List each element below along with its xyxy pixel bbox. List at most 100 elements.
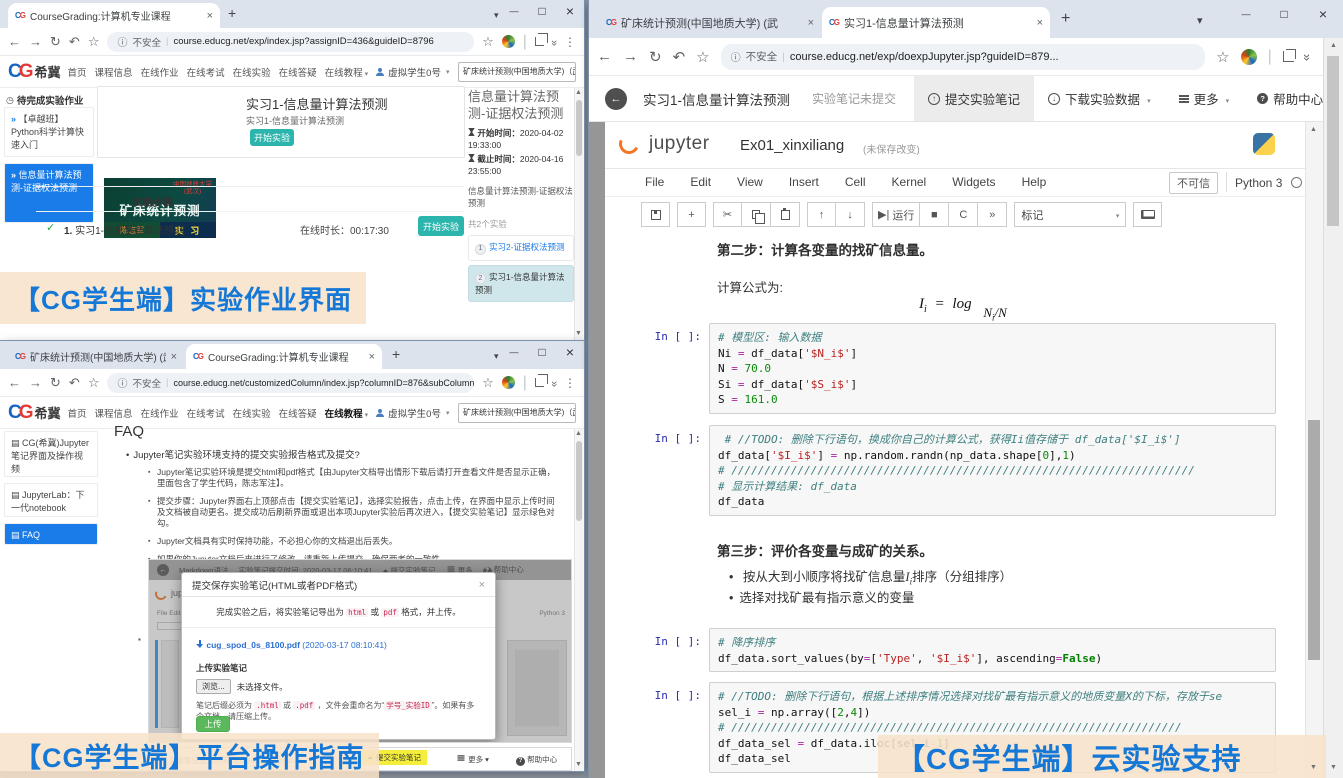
menu-cell[interactable]: Cell [845,175,866,189]
browser-tab-course[interactable]: CG 矿床统计预测(中国地质大学) (武 [8,344,184,369]
forward-icon[interactable]: → [623,48,638,65]
extensions-chevron-icon[interactable] [1300,54,1315,59]
minimize-button[interactable] [500,0,528,22]
scroll-up-icon[interactable]: ▲ [575,89,582,96]
extensions-chevron-icon[interactable] [548,380,560,384]
new-tab-button[interactable] [228,5,236,21]
jupyter-logo-text[interactable]: jupyter [649,133,710,155]
address-bar[interactable]: 不安全 | course.educg.net/exp/doexpJupyter.… [721,44,1206,70]
download-data-button[interactable]: ↓ 下载实验数据 [1034,76,1165,121]
sidebar-item-jupyter-video[interactable]: CG(希冀)Jupyter笔记界面及操作视频 [4,431,98,477]
menu-widgets[interactable]: Widgets [952,175,995,189]
tab-close-icon[interactable] [207,10,213,22]
idm-extension-icon[interactable] [1241,49,1257,65]
bookmark-star-icon[interactable]: ☆ [1216,48,1229,66]
jupyter-logo-icon[interactable] [616,131,642,157]
move-down-button[interactable]: ↓ [836,202,865,227]
notebook-scroll-up-icon[interactable]: ▲ [1310,126,1317,133]
cg-logo[interactable]: CG希冀 [8,403,61,423]
forward-icon[interactable]: → [29,375,42,390]
nav-homework[interactable]: 在线作业 [141,406,179,420]
browser-scroll-down-icon[interactable]: ▼ [1330,764,1337,771]
forward-icon[interactable]: → [29,34,42,49]
idm-extension-icon[interactable] [502,376,515,389]
tab-close-icon[interactable] [369,351,375,363]
menu-view[interactable]: View [737,175,763,189]
browser-menu-icon[interactable] [564,376,576,390]
experiment-link-2[interactable]: 1实习2-证据权法预测 [468,235,574,261]
step-name[interactable]: 1. 实习1-信息量计算法预测 [64,222,184,237]
code-cell-input[interactable]: # //TODO: 删除下行语句，换成你自己的计算公式，获得Ii值存储于 df_… [709,425,1276,516]
nav-home[interactable]: 首页 [68,406,87,420]
nav-qa[interactable]: 在线答疑 [279,65,317,79]
menu-file[interactable]: File [645,175,664,189]
reload-icon[interactable]: ↻ [50,375,61,391]
start-experiment-button[interactable]: 开始实验 [250,129,294,146]
browse-button[interactable]: 浏览... [196,679,231,694]
add-cell-button[interactable]: + [677,202,706,227]
nav-tutorial[interactable]: 在线教程 [325,65,369,79]
notebook-title[interactable]: Ex01_xinxiliang [740,137,844,154]
paste-button[interactable] [771,202,800,227]
scroll-down-icon[interactable]: ▼ [575,761,582,768]
tab-list-chevron-icon[interactable] [494,351,499,362]
sidebar-item-jupyterlab[interactable]: JupyterLab：下一代notebook [4,483,98,517]
start-experiment-row-button[interactable]: 开始实验 [418,216,464,236]
cg-logo[interactable]: CG希冀 [8,62,61,82]
save-button[interactable] [641,202,670,227]
copy-button[interactable] [742,202,771,227]
stop-button[interactable]: ■ [920,202,949,227]
upload-button[interactable]: 上传 [196,716,230,732]
nav-exam[interactable]: 在线考试 [187,65,225,79]
nav-course-info[interactable]: 课程信息 [95,406,133,420]
back-icon[interactable]: ← [8,375,21,390]
tab-list-chevron-icon[interactable] [494,10,499,21]
notebook-scroll-down-icon[interactable]: ▼ [1310,764,1317,771]
experiment-link-1-active[interactable]: 2实习1-信息量计算法预测 [468,265,574,303]
move-up-button[interactable]: ↑ [807,202,836,227]
screenshot-extension-icon[interactable] [535,378,544,387]
restart-kernel-button[interactable]: C [949,202,978,227]
browser-scrollbar-thumb[interactable] [1327,56,1339,226]
more-menu-button[interactable]: 更多 [1165,76,1244,121]
command-palette-button[interactable] [1133,202,1162,227]
browser-tab-experiment[interactable]: CG 实习1-信息量计算法预测 [822,7,1050,38]
browser-menu-icon[interactable] [564,35,576,49]
browser-tab-faq[interactable]: CG CourseGrading:计算机专业课程 [186,344,382,369]
code-cell-input[interactable]: # 降序排序df_data.sort_values(by=['Type', '$… [709,628,1276,672]
cut-button[interactable]: ✂ [713,202,742,227]
address-bar[interactable]: 不安全 | course.educg.net/customizedColumn/… [107,373,474,393]
minimize-button[interactable] [1227,0,1265,28]
maximize-button[interactable] [1265,0,1303,28]
run-button[interactable]: ▶| 运行 [872,202,920,227]
tab-close-icon[interactable] [171,351,177,363]
course-select[interactable]: 矿床统计预测(中国地质大学)（武汉） [458,403,576,423]
back-circle-icon[interactable]: ← [605,88,627,110]
history-icon[interactable]: ↶ [69,34,80,50]
back-icon[interactable]: ← [8,34,21,49]
tab-close-icon[interactable] [1037,17,1043,29]
course-select[interactable]: 矿床统计预测(中国地质大学)（武汉） [458,62,576,82]
info-icon[interactable] [117,34,127,49]
new-tab-button[interactable] [1061,10,1070,28]
tab-list-chevron-icon[interactable] [1197,14,1203,27]
screenshot-extension-icon[interactable] [1283,51,1294,62]
browser-tab-course[interactable]: CG 矿床统计预测(中国地质大学) (武 [599,7,821,38]
bookmark-star-icon[interactable]: ☆ [88,375,100,391]
scroll-up-icon[interactable]: ▲ [575,430,582,437]
user-menu[interactable]: 虚拟学生0号 [375,65,449,79]
new-tab-button[interactable] [392,346,400,362]
nav-lab[interactable]: 在线实验 [233,406,271,420]
uploaded-file-link[interactable]: cug_spod_0s_8100.pdf (2020-03-17 08:10:4… [196,640,495,650]
maximize-button[interactable] [528,0,556,22]
scrollbar-thumb[interactable] [576,441,582,521]
nav-exam[interactable]: 在线考试 [187,406,225,420]
close-button[interactable] [556,341,584,363]
browser-scroll-up-icon[interactable]: ▲ [1330,42,1337,49]
maximize-button[interactable] [528,341,556,363]
sidebar-item-python-course[interactable]: » 【卓越班】Python科学计算快速入门 [4,107,94,157]
menu-edit[interactable]: Edit [690,175,711,189]
close-button[interactable] [556,0,584,22]
bookmark-star-icon[interactable]: ☆ [482,34,494,50]
cell-type-select[interactable]: 标记 [1014,202,1126,227]
